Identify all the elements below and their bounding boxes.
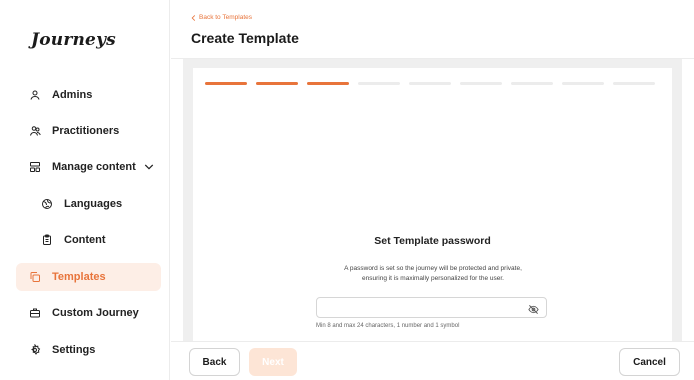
layout-icon xyxy=(28,160,42,174)
sidebar-item-label: Templates xyxy=(52,271,106,283)
password-field[interactable] xyxy=(316,297,547,318)
progress-step xyxy=(613,82,655,85)
sidebar-item-practitioners[interactable]: Practitioners xyxy=(16,117,161,145)
step-title: Set Template password xyxy=(374,235,491,247)
footer-divider xyxy=(171,341,694,342)
progress-step xyxy=(460,82,502,85)
sidebar-item-label: Content xyxy=(64,234,106,246)
wizard-card: Set Template password A password is set … xyxy=(193,68,672,341)
clipboard-icon xyxy=(40,233,54,247)
sidebar-item-custom-journey[interactable]: Custom Journey xyxy=(16,299,161,327)
sidebar-item-settings[interactable]: Settings xyxy=(16,336,161,364)
description-line: ensuring it is maximally personalized fo… xyxy=(362,275,504,282)
password-hint: Min 8 and max 24 characters, 1 number an… xyxy=(316,323,460,329)
sidebar-item-label: Languages xyxy=(64,198,123,210)
sidebar-item-admins[interactable]: Admins xyxy=(16,81,161,109)
password-input[interactable] xyxy=(317,299,517,318)
user-icon xyxy=(28,88,42,102)
progress-step xyxy=(256,82,298,85)
chevron-down-icon[interactable] xyxy=(144,163,154,171)
back-link-label: Back to Templates xyxy=(199,14,252,21)
chevron-left-icon xyxy=(191,14,196,21)
progress-steps xyxy=(205,82,655,85)
back-button[interactable]: Back xyxy=(189,348,240,376)
step-description: A password is set so the journey will be… xyxy=(303,264,563,284)
users-icon xyxy=(28,124,42,138)
main-panel: Back to Templates Create Template Set Te… xyxy=(171,0,694,380)
page-title: Create Template xyxy=(191,30,299,46)
progress-step xyxy=(205,82,247,85)
globe-icon xyxy=(40,197,54,211)
sidebar-item-templates[interactable]: Templates xyxy=(16,263,161,291)
sidebar-item-label: Custom Journey xyxy=(52,307,139,319)
gear-icon xyxy=(28,343,42,357)
sidebar-item-label: Practitioners xyxy=(52,125,120,137)
sidebar-item-label: Admins xyxy=(52,89,93,101)
sidebar-item-label: Settings xyxy=(52,344,96,356)
eye-off-icon[interactable] xyxy=(528,302,539,314)
progress-step xyxy=(511,82,553,85)
cancel-button[interactable]: Cancel xyxy=(619,348,680,376)
sidebar: Journeys Admins Practitioners Manage con… xyxy=(0,0,170,380)
description-line: A password is set so the journey will be… xyxy=(344,265,522,272)
sidebar-item-content[interactable]: Content xyxy=(16,226,161,254)
copy-icon xyxy=(28,270,42,284)
briefcase-icon xyxy=(28,306,42,320)
app-logo[interactable]: Journeys xyxy=(31,30,116,50)
sidebar-item-label: Manage content xyxy=(52,161,136,173)
back-to-templates-link[interactable]: Back to Templates xyxy=(191,14,252,21)
sidebar-item-languages[interactable]: Languages xyxy=(16,190,161,218)
progress-step xyxy=(307,82,349,85)
sidebar-item-manage-content[interactable]: Manage content xyxy=(16,153,161,181)
progress-step xyxy=(562,82,604,85)
progress-step xyxy=(358,82,400,85)
progress-step xyxy=(409,82,451,85)
next-button[interactable]: Next xyxy=(249,348,297,376)
